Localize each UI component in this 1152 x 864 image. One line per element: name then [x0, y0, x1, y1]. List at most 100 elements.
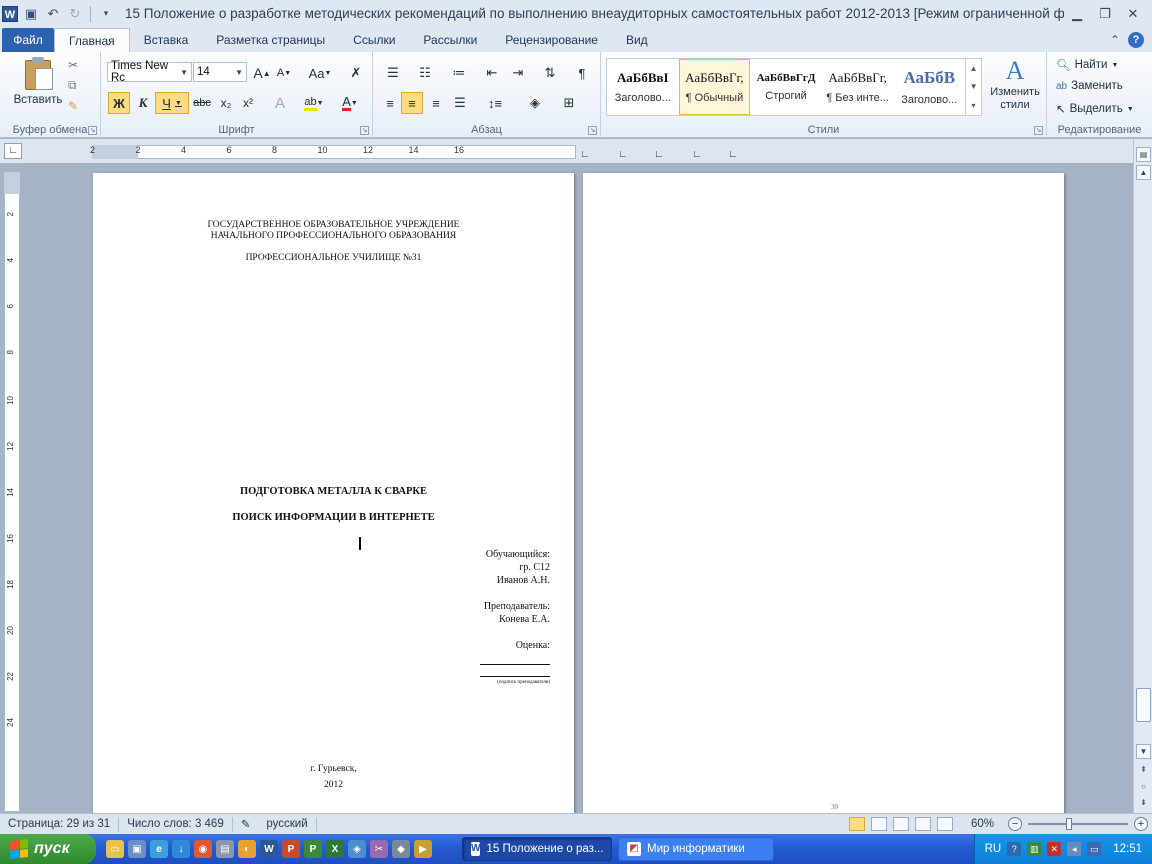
web-layout-icon[interactable] — [892, 817, 909, 831]
underline-button[interactable]: Ч ▼ — [155, 92, 189, 114]
word-logo-icon[interactable]: W — [2, 5, 18, 22]
tab-stop-icon[interactable]: ∟ — [580, 149, 590, 160]
find-button[interactable]: 🔍︎ Найти ▼ — [1056, 58, 1118, 72]
gallery-scroll[interactable]: ▲ ▼ ▾ — [965, 59, 981, 115]
scroll-down-icon[interactable]: ▼ — [970, 82, 978, 91]
shading-icon[interactable]: ◈ — [521, 92, 549, 114]
tab-review[interactable]: Рецензирование — [491, 28, 612, 52]
restore-button[interactable]: ❐ — [1092, 4, 1118, 24]
align-left-icon[interactable]: ≡ — [379, 92, 401, 114]
clear-formatting-icon[interactable]: ✗ — [345, 62, 367, 84]
align-center-icon[interactable]: ≡ — [401, 92, 423, 114]
word-icon[interactable]: W — [260, 840, 278, 858]
document-area[interactable]: ГОСУДАРСТВЕННОЕ ОБРАЗОВАТЕЛЬНОЕ УЧРЕЖДЕН… — [22, 163, 1133, 813]
taskbar-item-word[interactable]: W 15 Положение о раз... — [462, 837, 612, 861]
zoom-level[interactable]: 60% — [971, 818, 994, 830]
borders-icon[interactable]: ⊞ — [555, 92, 583, 114]
browse-object-icon[interactable]: ○ — [1136, 780, 1151, 795]
outline-icon[interactable] — [914, 817, 931, 831]
font-launcher-icon[interactable]: ↘ — [360, 126, 369, 135]
publisher-icon[interactable]: P — [304, 840, 322, 858]
select-button[interactable]: ↖ Выделить ▼ — [1056, 102, 1134, 116]
bold-button[interactable]: Ж — [108, 92, 130, 114]
cut-icon[interactable]: ✂ — [68, 58, 78, 72]
text-effects-icon[interactable]: A — [269, 92, 291, 114]
subscript-icon[interactable]: x₂ — [215, 92, 237, 114]
more-icon[interactable]: ▾ — [972, 101, 976, 110]
tab-selector-button[interactable]: ∟ — [4, 143, 22, 159]
start-button[interactable]: пуск — [0, 834, 96, 864]
replace-button[interactable]: ab Заменить — [1056, 80, 1123, 92]
align-right-icon[interactable]: ≡ — [425, 92, 447, 114]
language-indicator[interactable]: RU — [985, 843, 1002, 855]
proofing-icon[interactable]: ✎ — [233, 817, 259, 832]
tray-security-icon[interactable]: ✕ — [1047, 842, 1062, 856]
player-icon[interactable]: ▶ — [414, 840, 432, 858]
tab-home[interactable]: Главная — [54, 28, 130, 52]
full-screen-reading-icon[interactable] — [870, 817, 887, 831]
document-page[interactable]: 30 — [583, 173, 1064, 813]
chrome-icon[interactable]: ◉ — [194, 840, 212, 858]
scroll-down-button[interactable]: ▼ — [1136, 744, 1151, 759]
save-icon[interactable]: ▣ — [22, 5, 40, 23]
powerpoint-icon[interactable]: P — [282, 840, 300, 858]
line-spacing-icon[interactable]: ↕≡ — [481, 92, 509, 114]
document-icon[interactable]: ▤ — [216, 840, 234, 858]
document-page[interactable]: ГОСУДАРСТВЕННОЕ ОБРАЗОВАТЕЛЬНОЕ УЧРЕЖДЕН… — [93, 173, 574, 813]
zoom-slider-thumb[interactable] — [1066, 818, 1072, 830]
zoom-in-button[interactable]: + — [1134, 817, 1148, 831]
media-icon[interactable]: ◐ — [238, 840, 256, 858]
horizontal-ruler[interactable] — [92, 145, 576, 159]
redo-icon[interactable]: ↻ — [66, 5, 84, 23]
network-icon[interactable]: ◈ — [348, 840, 366, 858]
tray-volume-icon[interactable]: ◂ — [1067, 842, 1082, 856]
zoom-slider[interactable] — [1028, 818, 1128, 830]
computer-icon[interactable]: ▣ — [128, 840, 146, 858]
style-no-spacing[interactable]: АаБбВвГг, ¶ Без инте... — [822, 59, 894, 115]
ruler-toggle-icon[interactable]: ▤ — [1136, 147, 1151, 162]
tab-mailings[interactable]: Рассылки — [409, 28, 491, 52]
language-indicator[interactable]: русский — [258, 816, 317, 832]
decrease-indent-icon[interactable]: ⇤ — [481, 62, 503, 84]
font-color-button[interactable]: A ▼ — [335, 92, 365, 114]
style-strong[interactable]: АаБбВвГгД Строгий — [750, 59, 822, 115]
app-icon[interactable]: ◆ — [392, 840, 410, 858]
style-heading1[interactable]: АаБбВвI Заголово... — [607, 59, 679, 115]
style-heading2[interactable]: АаБбВ Заголово... — [893, 59, 965, 115]
print-layout-icon[interactable] — [848, 817, 865, 831]
taskbar-item-browser[interactable]: ◩ Мир информатики — [618, 837, 774, 861]
minimize-ribbon-icon[interactable]: ⌃ — [1110, 33, 1120, 47]
tab-stop-icon[interactable]: ∟ — [654, 149, 664, 160]
tab-page-layout[interactable]: Разметка страницы — [202, 28, 339, 52]
justify-icon[interactable]: ☰ — [449, 92, 471, 114]
increase-indent-icon[interactable]: ⇥ — [507, 62, 529, 84]
copy-icon[interactable]: ⧉ — [68, 78, 78, 93]
previous-page-icon[interactable]: ⇞ — [1136, 763, 1151, 778]
numbering-icon[interactable]: ☷ — [411, 62, 439, 84]
tab-stop-icon[interactable]: ∟ — [692, 149, 702, 160]
styles-launcher-icon[interactable]: ↘ — [1034, 126, 1043, 135]
next-page-icon[interactable]: ⇟ — [1136, 796, 1151, 811]
sort-icon[interactable]: ⇅ — [539, 62, 561, 84]
scroll-thumb[interactable] — [1136, 688, 1151, 722]
tab-stop-icon[interactable]: ∟ — [618, 149, 628, 160]
tab-stop-icon[interactable]: ∟ — [728, 149, 738, 160]
font-size-select[interactable]: 14 ▼ — [193, 62, 247, 82]
ie-icon[interactable]: e — [150, 840, 168, 858]
grow-font-button[interactable]: A ▲ — [251, 62, 273, 84]
scroll-up-button[interactable]: ▲ — [1136, 165, 1151, 180]
strikethrough-icon[interactable]: abc — [191, 92, 213, 114]
folder-icon[interactable]: ▭ — [106, 840, 124, 858]
highlight-color-button[interactable]: ab ▼ — [299, 92, 329, 114]
word-count[interactable]: Число слов: 3 469 — [119, 816, 233, 832]
undo-icon[interactable]: ↶ — [44, 5, 62, 23]
close-button[interactable]: ✕ — [1120, 4, 1146, 24]
paste-button[interactable]: Вставить — [8, 56, 68, 106]
page-indicator[interactable]: Страница: 29 из 31 — [0, 816, 120, 832]
clipboard-launcher-icon[interactable]: ↘ — [88, 126, 97, 135]
zoom-out-button[interactable]: − — [1008, 817, 1022, 831]
paragraph-launcher-icon[interactable]: ↘ — [588, 126, 597, 135]
minimize-button[interactable]: ▁ — [1064, 4, 1090, 24]
multilevel-list-icon[interactable]: ≔ — [445, 62, 473, 84]
draft-icon[interactable] — [936, 817, 953, 831]
